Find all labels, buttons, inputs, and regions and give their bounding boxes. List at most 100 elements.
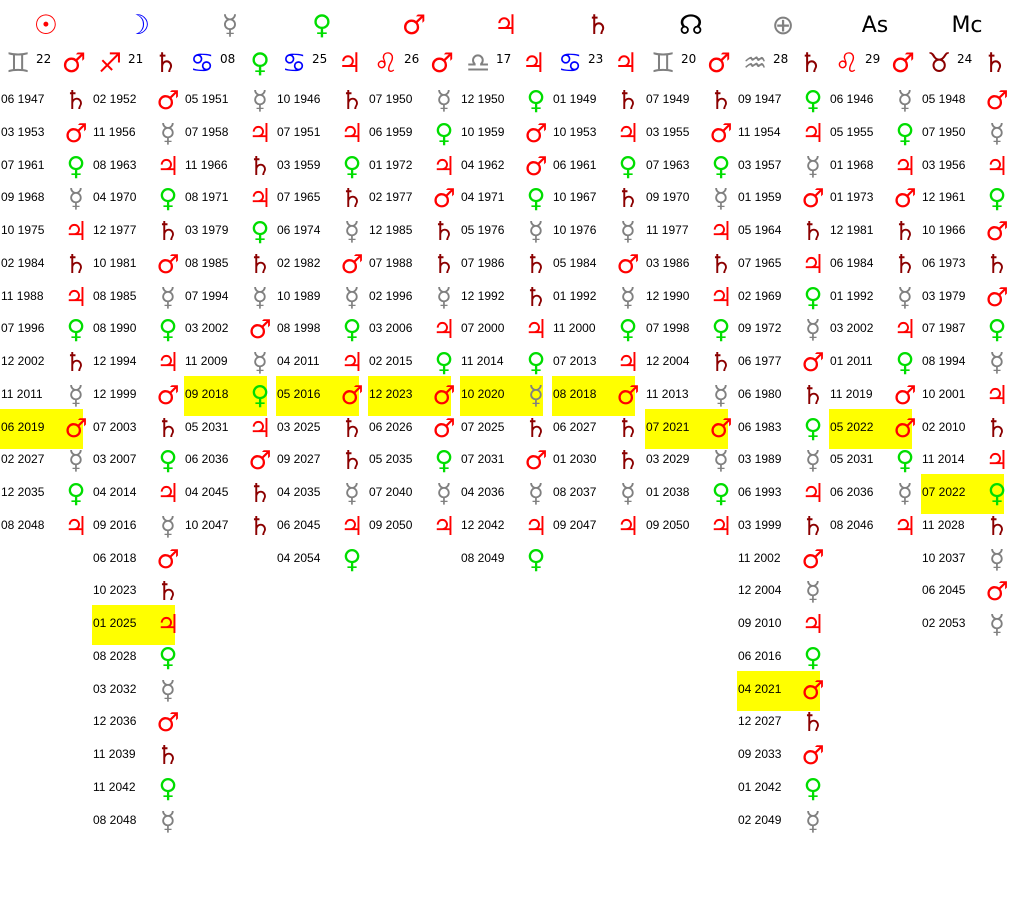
mercury-icon: ☿ [436,282,452,313]
column-jupiter: ♃ ♎ 17 ♃ 12 1950 ♀ 10 1959 ♂ 04 1962 ♂ 04 1971 ♀ 05 … [460,0,552,911]
venus-icon: ♀ [711,315,731,346]
mercury-icon: ☿ [68,184,84,215]
table-row: 12 2027 ♄ [737,706,829,739]
date-label: 04 2054 [277,550,321,565]
table-row: 09 2010 ♃ [737,608,829,641]
degree-label: 23 [588,52,604,66]
table-row: 05 2035 ♀ [368,444,460,477]
position-header: ♊ 20 ♂ [645,46,737,82]
column-node: ☊ ♊ 20 ♂ 07 1949 ♄ 03 1955 ♂ 07 1963 ♀ 09 1970 ☿ 11 … [645,0,737,911]
saturn-icon: ♄ [616,413,640,444]
date-label: 05 1976 [461,223,505,237]
date-label: 03 1999 [738,517,782,532]
venus-icon: ♀ [526,86,546,116]
earth-icon: ⊕ [771,10,795,41]
table-row: 05 1984 ♂ [552,248,644,281]
column-venus: ♀ ♋ 25 ♃ 10 1946 ♄ 07 1951 ♃ 03 1959 ♀ 07 1965 ♄ 06 … [276,0,368,911]
venus-icon: ♀ [158,642,178,673]
mercury-icon: ☿ [897,479,913,509]
saturn-icon: ♄ [893,217,917,247]
date-label: 06 1993 [738,485,782,499]
table-row: 06 1946 ☿ [829,84,921,117]
table-row: 08 2028 ♀ [92,641,184,674]
date-label: 07 2040 [369,485,413,499]
table-row: 08 2048 ♃ [0,510,92,543]
date-label: 05 2016 [277,386,321,401]
mars-icon: ♂ [248,446,272,477]
venus-icon: ♀ [342,315,362,346]
highlighted-row: 07 2022 ♀ [921,474,1007,514]
jupiter-icon: ♃ [64,282,88,313]
saturn-icon: ♄ [153,48,178,79]
date-label: 06 1980 [738,386,782,401]
mars-icon: ♂ [890,48,915,79]
date-label: 11 2014 [922,452,965,467]
date-label: 10 1976 [553,223,597,237]
table-row: 10 1976 ☿ [552,215,644,248]
table-row: 07 1998 ♀ [645,313,737,346]
table-row: 01 2042 ♀ [737,772,829,805]
table-row: 03 2032 ☿ [92,674,184,707]
venus-icon: ♀ [66,151,86,182]
table-row: 05 2031 ♀ [829,444,921,477]
table-row: 12 1961 ♀ [921,182,1013,215]
date-label: 04 2035 [277,485,321,499]
venus-icon: ♀ [987,184,1007,215]
column-mercury: ☿ ♋ 08 ♀ 05 1951 ☿ 07 1958 ♃ 11 1966 ♄ 08 1971 ♃ 03 … [184,0,276,911]
date-label: 10 2020 [461,386,505,401]
position-header: ♋ 23 ♃ [552,46,644,82]
date-label: 02 1996 [369,288,413,303]
saturn-icon: ♄ [64,249,88,280]
date-label: 07 1961 [1,157,45,172]
date-label: 05 1951 [185,92,229,106]
date-label: 07 2022 [922,485,966,499]
table-row: 02 2015 ♀ [368,346,460,379]
saturn-icon: ♄ [801,380,825,411]
date-label: 06 2016 [738,648,782,663]
venus-icon: ♀ [158,184,178,215]
date-label: 07 1965 [277,190,321,205]
jupiter-icon: ♃ [893,151,917,182]
venus-icon: ♀ [895,118,915,149]
degree-label: 24 [957,52,973,66]
table-row: 05 1976 ☿ [460,215,552,248]
date-label: 12 1985 [369,223,413,237]
mercury-icon: ☿ [160,118,176,149]
date-label: 10 1946 [277,92,321,106]
date-label: 08 2046 [830,517,874,532]
table-row: 08 1994 ☿ [921,346,1013,379]
jupiter-icon: ♃ [801,118,825,149]
jupiter-icon: ♃ [985,151,1009,182]
saturn-icon: ♄ [248,479,272,509]
date-label: 07 2003 [93,419,137,434]
date-label: 06 1947 [1,92,45,106]
table-row: 07 2040 ☿ [368,477,460,510]
table-row: 03 2007 ♀ [92,444,184,477]
jupiter-icon: ♃ [521,48,546,79]
node-icon: ☊ [679,10,703,41]
saturn-icon: ♄ [156,217,180,247]
table-row: 07 1958 ♃ [184,117,276,150]
highlighted-row: 08 2018 ♂ [552,375,640,416]
saturn-icon: ♄ [801,708,825,739]
date-label: 06 1983 [738,419,782,434]
table-row: 12 2004 ☿ [737,575,829,608]
date-label: 12 2036 [93,714,137,729]
table-row: 02 2010 ♄ [921,412,1013,445]
table-row: 08 1990 ♀ [92,313,184,346]
date-label: 01 1959 [738,190,782,205]
mars-icon: ♂ [524,151,548,182]
mercury-icon: ☿ [528,380,544,411]
table-row: 12 1985 ♄ [368,215,460,248]
mercury-icon: ☿ [713,184,729,215]
date-label: 10 2023 [93,583,137,598]
highlighted-row: 10 2020 ☿ [460,375,544,416]
table-row: 11 2009 ☿ [184,346,276,379]
position-header: ♒ 28 ♄ [737,46,829,82]
mercury-icon: ☿ [160,282,176,313]
date-label: 07 1949 [646,92,690,106]
table-row: 07 1965 ♄ [276,182,368,215]
table-row: 10 1959 ♂ [460,117,552,150]
date-label: 01 1973 [830,190,874,205]
table-row: 04 1970 ♀ [92,182,184,215]
